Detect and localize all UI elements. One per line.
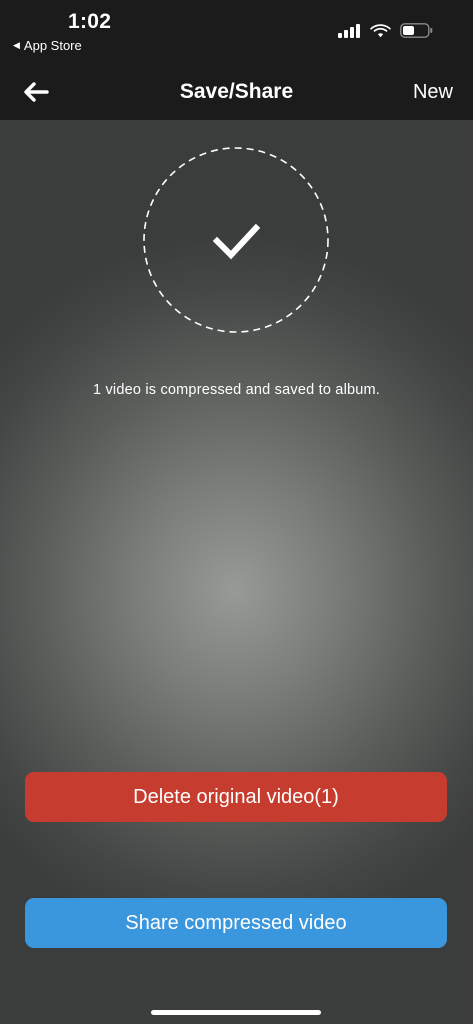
wifi-icon xyxy=(370,24,391,38)
back-to-app-store[interactable]: ◀ App Store xyxy=(13,38,82,53)
save-share-screen: 1:02 ◀ App Store Save/Share New 1 video … xyxy=(0,0,473,1024)
new-button[interactable]: New xyxy=(413,81,453,104)
navigation-bar: Save/Share New xyxy=(0,64,473,120)
result-message: 1 video is compressed and saved to album… xyxy=(92,382,381,398)
success-indicator xyxy=(143,147,329,333)
status-bar: 1:02 ◀ App Store xyxy=(0,0,473,64)
delete-original-button[interactable]: Delete original video(1) xyxy=(25,772,447,822)
status-icons xyxy=(338,23,433,38)
cellular-signal-icon xyxy=(338,23,360,38)
page-title: Save/Share xyxy=(179,80,294,103)
checkmark-icon xyxy=(212,223,261,260)
status-time: 1:02 xyxy=(68,10,112,33)
home-indicator[interactable] xyxy=(151,1010,321,1015)
back-app-label: App Store xyxy=(23,38,82,53)
dashed-circle xyxy=(143,147,329,333)
share-compressed-button[interactable]: Share compressed video xyxy=(25,898,447,948)
back-triangle-icon: ◀ xyxy=(13,40,20,50)
battery-icon xyxy=(400,23,433,38)
content-area: 1 video is compressed and saved to album… xyxy=(0,120,473,1024)
